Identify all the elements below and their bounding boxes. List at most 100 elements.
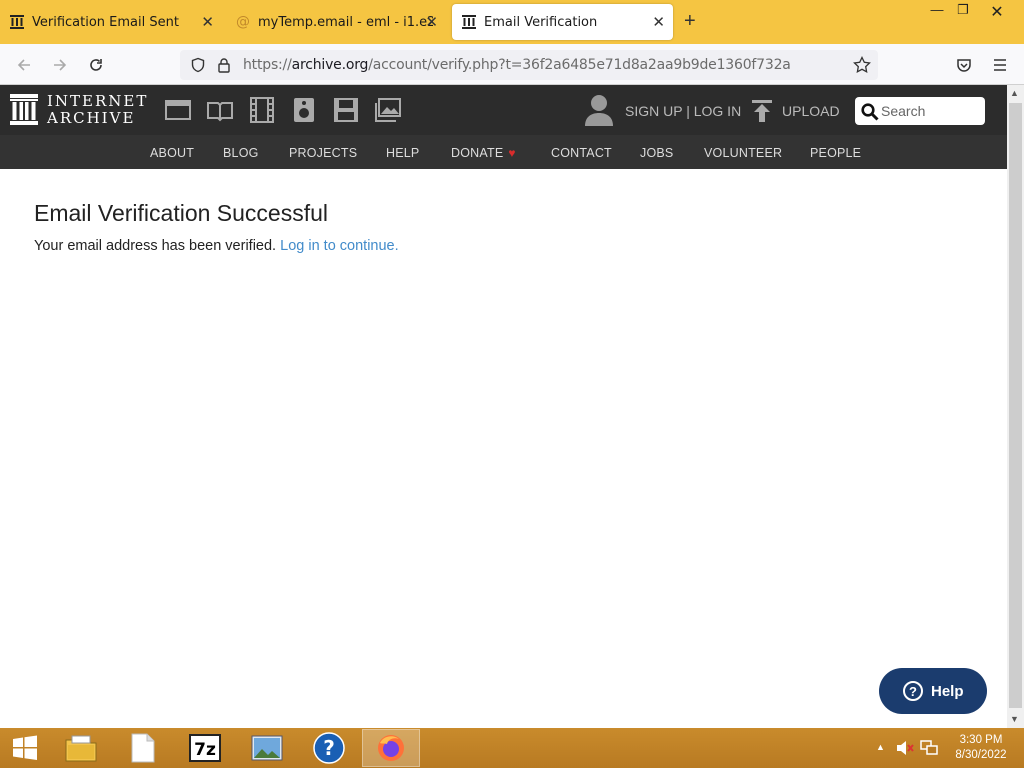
bookmark-star-icon[interactable] [853,56,871,74]
taskbar-help[interactable]: ? [300,729,358,767]
site-search-box[interactable] [855,97,985,125]
browser-tab-strip: Verification Email Sent ✕ @ myTemp.email… [0,0,1024,44]
7zip-icon: 7z [189,734,221,762]
upload-arrow-icon[interactable] [752,100,772,122]
page-title: Email Verification Successful [34,200,329,226]
clock-time: 3:30 PM [959,734,1003,746]
search-icon[interactable] [861,103,879,121]
svg-text:7z: 7z [194,740,216,760]
close-tab-icon[interactable]: ✕ [425,13,438,31]
upload-link[interactable]: UPLOAD [782,103,840,119]
vertical-scrollbar[interactable]: ▲ ▼ [1007,85,1024,728]
firefox-icon [378,735,404,761]
start-button[interactable] [0,729,50,767]
archive-temple-icon [462,15,476,29]
close-tab-icon[interactable]: ✕ [652,13,665,31]
audio-icon[interactable] [291,97,317,123]
forward-button[interactable] [47,52,73,78]
verification-message: Your email address has been verified. Lo… [34,238,399,254]
nav-jobs[interactable]: JOBS [640,146,673,160]
site-name[interactable]: INTERNET ARCHIVE [47,93,148,127]
nav-blog[interactable]: BLOG [223,146,259,160]
hamburger-menu-icon [994,59,1006,71]
menu-button[interactable] [987,52,1013,78]
tab-mytemp-email[interactable]: @ myTemp.email - eml - i1.e2 - 31 ✕ [226,4,446,40]
user-avatar-icon[interactable] [585,94,613,126]
url-scheme: https:// [243,57,292,73]
pocket-button[interactable] [951,52,977,78]
scrollbar-thumb[interactable] [1009,103,1022,708]
nav-people[interactable]: PEOPLE [810,146,861,160]
nav-about[interactable]: ABOUT [150,146,194,160]
nav-projects[interactable]: PROJECTS [289,146,357,160]
notepad-icon [131,733,155,763]
url-text: https://archive.org/account/verify.php?t… [243,57,791,73]
archive-temple-icon [10,15,24,29]
restore-icon[interactable]: ❐ [948,2,978,22]
search-input[interactable] [881,101,981,121]
taskbar-image-viewer[interactable] [238,729,296,767]
scroll-up-icon[interactable]: ▲ [1010,88,1019,98]
network-icon[interactable] [920,740,938,756]
windows-logo-icon [13,735,37,760]
arrow-right-icon [54,59,67,71]
taskbar-clock[interactable]: 3:30 PM 8/30/2022 [950,733,1012,763]
taskbar-notepad[interactable] [114,729,172,767]
tab-title: Email Verification [484,14,598,30]
clock-date: 8/30/2022 [955,749,1007,761]
shield-icon[interactable] [190,57,206,73]
arrow-left-icon [17,59,30,71]
video-icon[interactable] [249,97,275,123]
signup-login-link[interactable]: SIGN UP | LOG IN [625,103,741,119]
address-bar[interactable]: https://archive.org/account/verify.php?t… [180,50,878,80]
question-icon: ? [903,681,923,701]
images-icon[interactable] [375,97,401,123]
ia-top-navigation: INTERNET ARCHIVE SIGN UP | LOG IN UPLOAD [0,85,1007,135]
taskbar-firefox[interactable] [362,729,420,767]
url-path: /account/verify.php?t=36f2a6485e71d8a2aa… [368,57,791,73]
close-tab-icon[interactable]: ✕ [201,13,214,31]
software-icon[interactable] [333,97,359,123]
internet-archive-logo-icon[interactable] [10,94,38,125]
texts-icon[interactable] [207,97,233,123]
nav-donate-label: DONATE [451,146,504,160]
nav-contact[interactable]: CONTACT [551,146,612,160]
new-tab-icon[interactable]: + [684,11,696,31]
close-window-icon[interactable]: ✕ [982,2,1012,22]
tab-title: myTemp.email - eml - i1.e2 - 31 [258,14,433,30]
verification-message-text: Your email address has been verified. [34,238,277,254]
tray-expand-icon[interactable]: ▲ [876,742,885,752]
tab-verification-email-sent[interactable]: Verification Email Sent ✕ [0,4,222,40]
image-viewer-icon [251,735,283,761]
pocket-icon [957,59,971,72]
lock-icon[interactable] [217,57,231,73]
scroll-down-icon[interactable]: ▼ [1010,714,1019,724]
url-domain: archive.org [291,57,369,73]
taskbar-7zip[interactable]: 7z [176,729,234,767]
ia-sub-navigation: ABOUT BLOG PROJECTS HELP DONATE ♥ CONTACT… [0,135,1007,169]
browser-navigation-bar: https://archive.org/account/verify.php?t… [0,44,1024,85]
login-link[interactable]: Log in to continue. [280,238,399,254]
speaker-muted-icon[interactable] [896,740,914,756]
file-explorer-icon [65,735,97,762]
reload-button[interactable] [83,52,109,78]
back-button[interactable] [11,52,37,78]
help-icon: ? [313,732,345,764]
nav-help[interactable]: HELP [386,146,419,160]
web-icon[interactable] [165,97,191,123]
web-page: INTERNET ARCHIVE SIGN UP | LOG IN UPLOAD… [0,85,1007,728]
heart-icon: ♥ [508,146,516,160]
site-name-line1: INTERNET [47,92,149,110]
nav-donate[interactable]: DONATE ♥ [451,146,516,160]
help-button[interactable]: ? Help [879,668,987,714]
tab-email-verification[interactable]: Email Verification ✕ [452,4,673,40]
at-sign-icon: @ [236,14,250,30]
reload-icon [90,59,102,71]
tab-title: Verification Email Sent [32,14,179,30]
windows-taskbar: 7z ? ▲ 3:30 PM 8/30/2022 [0,728,1024,768]
svg-text:?: ? [323,736,335,760]
help-button-label: Help [931,682,964,700]
nav-volunteer[interactable]: VOLUNTEER [704,146,782,160]
site-name-line2: ARCHIVE [47,109,136,127]
taskbar-file-explorer[interactable] [52,729,110,767]
